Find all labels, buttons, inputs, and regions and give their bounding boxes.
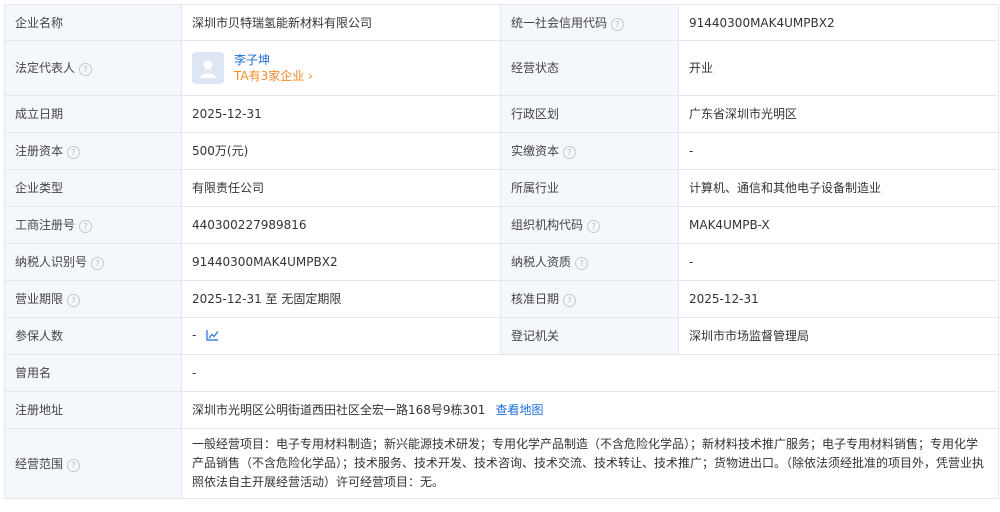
industry-value: 计算机、通信和其他电子设备制造业 [678, 169, 999, 207]
business-scope-label: 经营范围? [4, 428, 182, 499]
help-circle-icon[interactable]: ? [67, 458, 81, 472]
founded-date-label: 成立日期 [4, 95, 182, 133]
business-status-label: 经营状态 [500, 40, 679, 96]
trend-chart-icon[interactable] [206, 328, 219, 346]
registered-capital-value: 500万(元) [181, 132, 501, 170]
insured-count-cell: - [181, 317, 501, 355]
taxpayer-qualification-value: - [678, 243, 999, 281]
help-circle-icon[interactable]: ? [67, 294, 81, 307]
row-insured: 参保人数 - 登记机关 深圳市市场监督管理局 [4, 317, 999, 355]
credit-code-label: 统一社会信用代码? [500, 4, 679, 41]
org-code-label: 组织机构代码? [500, 206, 679, 244]
taxpayer-id-value: 91440300MAK4UMPBX2 [181, 243, 501, 281]
business-term-label: 营业期限? [4, 280, 182, 318]
row-capital: 注册资本? 500万(元) 实缴资本? - [4, 132, 999, 170]
help-circle-icon[interactable]: ? [575, 257, 589, 270]
avatar-icon[interactable] [192, 52, 224, 84]
registered-capital-label: 注册资本? [4, 132, 182, 170]
founded-date-value: 2025-12-31 [181, 95, 501, 133]
help-circle-icon[interactable]: ? [563, 294, 577, 307]
row-founded: 成立日期 2025-12-31 行政区划 广东省深圳市光明区 [4, 95, 999, 133]
company-info-table: 企业名称 深圳市贝特瑞氢能新材料有限公司 统一社会信用代码? 91440300M… [4, 4, 999, 499]
row-former-name: 曾用名 - [4, 354, 999, 392]
row-tax: 纳税人识别号? 91440300MAK4UMPBX2 纳税人资质? - [4, 243, 999, 281]
chevron-right-icon: › [308, 69, 313, 83]
help-circle-icon[interactable]: ? [67, 146, 81, 159]
former-name-value: - [181, 354, 999, 392]
legal-rep-name[interactable]: 李子坤 [234, 52, 313, 68]
row-term: 营业期限? 2025-12-31 至 无固定期限 核准日期? 2025-12-3… [4, 280, 999, 318]
former-name-label: 曾用名 [4, 354, 182, 392]
help-circle-icon[interactable]: ? [91, 257, 105, 270]
industry-label: 所属行业 [500, 169, 679, 207]
business-status-value: 开业 [678, 40, 999, 96]
admin-region-value: 广东省深圳市光明区 [678, 95, 999, 133]
taxpayer-id-label: 纳税人识别号? [4, 243, 182, 281]
reg-number-value: 440300227989816 [181, 206, 501, 244]
legal-rep-companies-link[interactable]: TA有3家企业 › [234, 68, 313, 84]
insured-count-label: 参保人数 [4, 317, 182, 355]
help-circle-icon[interactable]: ? [79, 63, 93, 76]
row-registration: 工商注册号? 440300227989816 组织机构代码? MAK4UMPB-… [4, 206, 999, 244]
help-circle-icon[interactable]: ? [79, 220, 93, 233]
address-cell: 深圳市光明区公明街道西田社区全宏一路168号9栋301 查看地图 [181, 391, 999, 429]
row-scope: 经营范围? 一般经营项目：电子专用材料制造；新兴能源技术研发；专用化学产品制造（… [4, 428, 999, 499]
row-type: 企业类型 有限责任公司 所属行业 计算机、通信和其他电子设备制造业 [4, 169, 999, 207]
company-name-value: 深圳市贝特瑞氢能新材料有限公司 [181, 4, 501, 41]
row-address: 注册地址 深圳市光明区公明街道西田社区全宏一路168号9栋301 查看地图 [4, 391, 999, 429]
help-circle-icon[interactable]: ? [563, 146, 577, 159]
reg-number-label: 工商注册号? [4, 206, 182, 244]
company-type-label: 企业类型 [4, 169, 182, 207]
approval-date-label: 核准日期? [500, 280, 679, 318]
paid-capital-label: 实缴资本? [500, 132, 679, 170]
address-label: 注册地址 [4, 391, 182, 429]
taxpayer-qualification-label: 纳税人资质? [500, 243, 679, 281]
registration-authority-value: 深圳市市场监督管理局 [678, 317, 999, 355]
row-legal-rep: 法定代表人? 李子坤 TA有3家企业 › 经营状态 开业 [4, 40, 999, 96]
help-circle-icon[interactable]: ? [587, 220, 601, 233]
business-scope-value: 一般经营项目：电子专用材料制造；新兴能源技术研发；专用化学产品制造（不含危险化学… [181, 428, 999, 499]
business-term-value: 2025-12-31 至 无固定期限 [181, 280, 501, 318]
insured-count-value: - [192, 328, 197, 342]
org-code-value: MAK4UMPB-X [678, 206, 999, 244]
view-map-link[interactable]: 查看地图 [495, 403, 543, 417]
company-type-value: 有限责任公司 [181, 169, 501, 207]
legal-rep-label: 法定代表人? [4, 40, 182, 96]
credit-code-value: 91440300MAK4UMPBX2 [678, 4, 999, 41]
registration-authority-label: 登记机关 [500, 317, 679, 355]
company-name-label: 企业名称 [4, 4, 182, 41]
help-circle-icon[interactable]: ? [611, 17, 625, 31]
paid-capital-value: - [678, 132, 999, 170]
legal-rep-value: 李子坤 TA有3家企业 › [181, 40, 501, 96]
row-company-name: 企业名称 深圳市贝特瑞氢能新材料有限公司 统一社会信用代码? 91440300M… [4, 4, 999, 41]
address-value: 深圳市光明区公明街道西田社区全宏一路168号9栋301 [192, 403, 486, 417]
approval-date-value: 2025-12-31 [678, 280, 999, 318]
admin-region-label: 行政区划 [500, 95, 679, 133]
